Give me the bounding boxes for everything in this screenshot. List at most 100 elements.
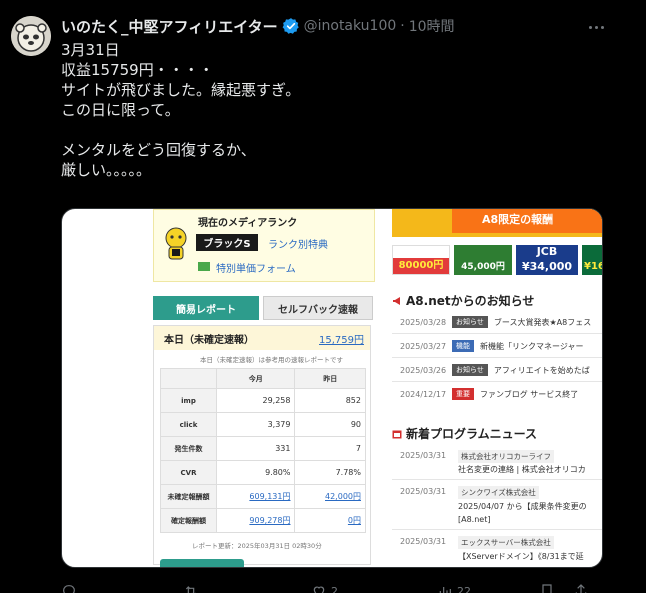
views-button[interactable]: 22 (437, 583, 471, 593)
mascot-icon (165, 227, 187, 260)
today-value: 15,759円 (319, 335, 364, 346)
avatar-illustration (11, 16, 51, 56)
news-section-title: A8.netからのお知らせ (392, 292, 534, 309)
row-label: 未確定報酬額 (160, 484, 217, 509)
post-actions: 2 22 (61, 583, 601, 593)
post-line (61, 120, 601, 140)
post-line: 厳しい。。。。。 (61, 161, 152, 179)
news-date: 2025/03/28 (400, 317, 447, 327)
news-date: 2025/03/27 (400, 341, 447, 351)
like-button[interactable]: 2 (311, 583, 338, 593)
bookmark-icon (542, 584, 552, 593)
views-count: 22 (457, 584, 471, 593)
divider (392, 529, 602, 530)
megaphone-icon (393, 297, 400, 305)
row-label: 確定報酬額 (160, 508, 217, 533)
rank-title: 現在のメディアランク (198, 218, 298, 229)
cell-yesterday: 7.78% (294, 460, 366, 485)
table-row: 発生件数 331 7 (160, 436, 366, 461)
cell-yesterday: 90 (294, 412, 366, 437)
row-label: imp (160, 388, 217, 413)
row-label: click (160, 412, 217, 437)
rank-badge: ブラックS (196, 234, 258, 251)
news-tag: お知らせ (452, 316, 488, 328)
share-icon (575, 584, 587, 593)
program-company: シンクワイズ株式会社 (458, 486, 539, 499)
news-tag: 機能 (452, 340, 474, 352)
avatar[interactable] (11, 16, 51, 56)
tab-selfback-report: セルフバック速報 (263, 296, 373, 320)
post-line: 3月31日 (61, 41, 120, 59)
today-header: 本日（未確定速報） 15,759円 (154, 326, 370, 350)
row-label: CVR (160, 460, 217, 485)
cell-month: 3,379 (215, 412, 296, 437)
timestamp[interactable]: 10時間 (409, 16, 455, 36)
divider (392, 357, 602, 358)
program-desc-2: [A8.net] (458, 515, 491, 524)
news-item: 2025/03/27 機能 新機能「リンクマネージャー (400, 339, 583, 353)
program-desc: 【XServerドメイン】《8/31まで延 (458, 552, 584, 561)
table-header: 昨日 (294, 368, 366, 389)
news-date: 2024/12/17 (400, 389, 447, 399)
post-line: 収益15759円・・・・ (61, 61, 214, 79)
post-line: サイトが飛びました。縁起悪すぎ。 (61, 81, 301, 99)
repost-button[interactable] (183, 583, 203, 593)
cell-yesterday: 7 (294, 436, 366, 461)
banner-row: 80000円 45,000円 JCB ¥34,000 ¥16 (392, 245, 602, 275)
verified-badge-icon (282, 18, 299, 34)
banner-4: ¥16 (582, 245, 602, 275)
table-header (160, 368, 217, 389)
post-header: いのたく_中堅アフィリエイター @inotaku100 · 10時間 (61, 15, 455, 37)
programs-section-title: 新着プログラムニュース (392, 425, 537, 442)
banner-3: JCB ¥34,000 (516, 245, 578, 275)
detail-report-button (160, 559, 244, 567)
today-note: 本日（未確定速報）は参考用の速報レポートです (200, 356, 343, 364)
program-company: 株式会社オリコカーライフ (458, 450, 554, 463)
cell-month: 331 (215, 436, 296, 461)
cell-yesterday: 852 (294, 388, 366, 413)
post-media-image[interactable]: 現在のメディアランク ブラックS ランク別特典 特別単価フォーム 簡易レポート … (61, 208, 603, 568)
special-rate-form-link: 特別単価フォーム (216, 264, 296, 275)
table-row: 確定報酬額 909,278円 0円 (160, 508, 366, 533)
media-rank-box: 現在のメディアランク ブラックS ランク別特典 特別単価フォーム (153, 209, 375, 282)
news-text: 新機能「リンクマネージャー (480, 341, 584, 351)
like-count: 2 (331, 584, 338, 593)
banner-top: A8限定の報酬 (392, 209, 602, 237)
divider (392, 333, 602, 334)
news-date: 2025/03/26 (400, 365, 447, 375)
banner-top-text: A8限定の報酬 (452, 209, 602, 233)
program-company: エックスサーバー株式会社 (458, 536, 554, 549)
heart-icon (313, 586, 325, 593)
display-name[interactable]: いのたく_中堅アフィリエイター (61, 16, 278, 37)
news-title: A8.netからのお知らせ (406, 294, 535, 308)
row-label: 発生件数 (160, 436, 217, 461)
tab-simple-report: 簡易レポート (153, 296, 259, 320)
divider (392, 381, 602, 382)
news-text: ブース大賞発表★A8フェス (493, 317, 592, 327)
table-row: 未確定報酬額 609,131円 42,000円 (160, 484, 366, 509)
update-note: レポート更新：2025年03月31日 02時30分 (192, 542, 322, 550)
more-options-icon[interactable] (586, 17, 606, 37)
program-date: 2025/03/31 (400, 537, 447, 546)
repost-icon (185, 586, 196, 593)
cell-month: 9.80% (215, 460, 296, 485)
program-date: 2025/03/31 (400, 487, 447, 496)
banner-2: 45,000円 (454, 245, 512, 275)
program-desc: 社名変更の連絡 | 株式会社オリコカ (458, 465, 586, 474)
divider (392, 479, 602, 480)
share-button[interactable] (573, 583, 589, 593)
programs-title: 新着プログラムニュース (406, 427, 538, 441)
program-desc: 2025/04/07 から【成果条件変更の (458, 502, 587, 511)
cell-yesterday: 0円 (294, 508, 366, 533)
today-report-box: 本日（未確定速報） 15,759円 本日（未確定速報）は参考用の速報レポートです… (153, 325, 371, 565)
post-line: メンタルをどう回復するか、 (61, 141, 256, 159)
banner-1: 80000円 (392, 245, 450, 275)
bookmark-button[interactable] (539, 583, 555, 593)
reply-button[interactable] (61, 583, 81, 593)
handle[interactable]: @inotaku100 (304, 18, 397, 34)
program-date: 2025/03/31 (400, 451, 447, 460)
cell-yesterday: 42,000円 (294, 484, 366, 509)
news-item: 2025/03/28 お知らせ ブース大賞発表★A8フェス (400, 315, 591, 329)
calendar-icon (392, 430, 402, 439)
table-row: click 3,379 90 (160, 412, 366, 437)
